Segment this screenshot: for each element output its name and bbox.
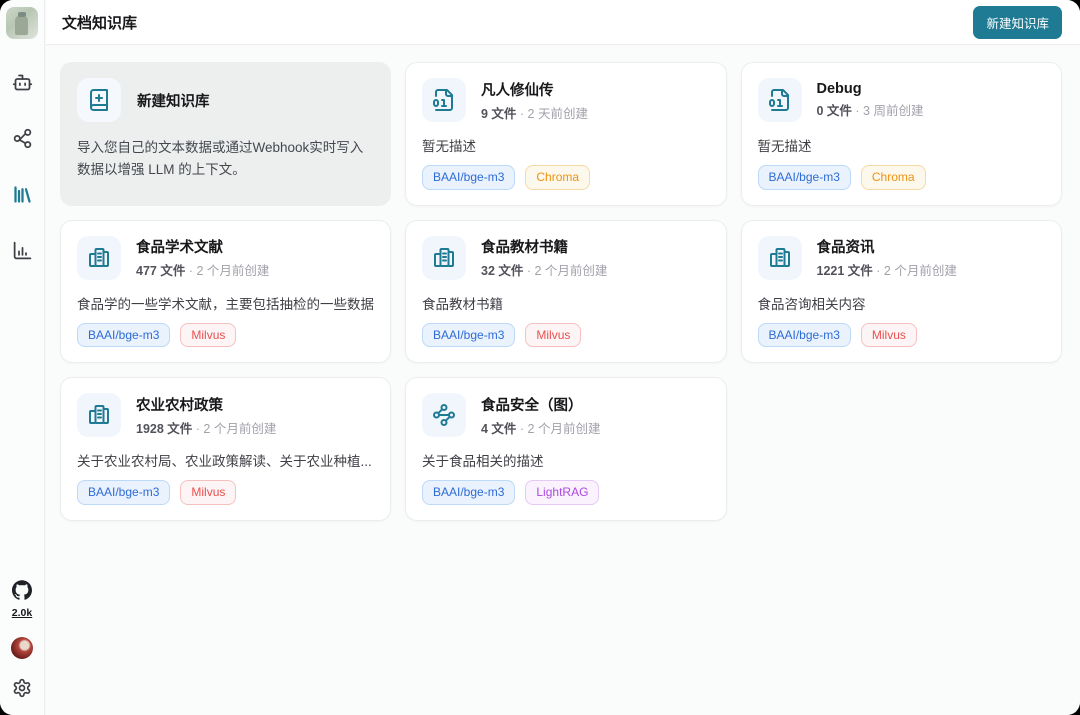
kb-card-description: 暂无描述 bbox=[422, 135, 710, 155]
kb-card-meta: 0 文件 · 3 周前创建 bbox=[817, 100, 924, 119]
page-header: 文档知识库 新建知识库 bbox=[46, 0, 1080, 45]
sidebar: 2.0k bbox=[0, 0, 45, 715]
file-digit-icon bbox=[422, 78, 466, 122]
kb-card-description: 食品教材书籍 bbox=[422, 293, 710, 313]
kb-card-title: 食品安全（图） bbox=[481, 394, 600, 415]
kb-card[interactable]: 食品安全（图） 4 文件 · 2 个月前创建 关于食品相关的描述 BAAI/bg… bbox=[405, 377, 727, 521]
app-window: 2.0k 文档知识库 新建知识库 新建知识库 bbox=[0, 0, 1080, 715]
kb-card[interactable]: 农业农村政策 1928 文件 · 2 个月前创建 关于农业农村局、农业政策解读、… bbox=[60, 377, 391, 521]
vector-store-badge: Milvus bbox=[525, 323, 581, 348]
create-card-title: 新建知识库 bbox=[137, 90, 210, 111]
kb-card-meta: 1221 文件 · 2 个月前创建 bbox=[817, 260, 957, 279]
vector-store-badge: Chroma bbox=[861, 165, 926, 190]
kb-card-title: Debug bbox=[817, 81, 924, 97]
library-big-icon bbox=[77, 393, 121, 437]
kb-card-title: 农业农村政策 bbox=[136, 394, 276, 415]
kb-card[interactable]: 凡人修仙传 9 文件 · 2 天前创建 暂无描述 BAAI/bge-m3 Chr… bbox=[405, 62, 727, 206]
kb-card-title: 食品教材书籍 bbox=[481, 236, 607, 257]
vector-store-badge: LightRAG bbox=[525, 480, 599, 505]
kb-card-description: 关于食品相关的描述 bbox=[422, 450, 710, 470]
embedding-model-badge: BAAI/bge-m3 bbox=[77, 323, 170, 348]
graph-icon bbox=[422, 393, 466, 437]
kb-card[interactable]: 食品资讯 1221 文件 · 2 个月前创建 食品咨询相关内容 BAAI/bge… bbox=[741, 220, 1063, 364]
create-kb-button[interactable]: 新建知识库 bbox=[973, 6, 1062, 39]
embedding-model-badge: BAAI/bge-m3 bbox=[422, 323, 515, 348]
kb-card-meta: 32 文件 · 2 个月前创建 bbox=[481, 260, 607, 279]
sidebar-item-assistant[interactable] bbox=[9, 71, 35, 97]
github-icon bbox=[12, 580, 32, 605]
vector-store-badge: Milvus bbox=[180, 323, 236, 348]
embedding-model-badge: BAAI/bge-m3 bbox=[758, 323, 851, 348]
library-icon bbox=[12, 184, 33, 208]
kb-card-description: 食品学的一些学术文献，主要包括抽检的一些数据 bbox=[77, 293, 374, 313]
vector-store-badge: Milvus bbox=[861, 323, 917, 348]
library-big-icon bbox=[77, 236, 121, 280]
workflow-icon bbox=[12, 128, 33, 152]
kb-card-title: 凡人修仙传 bbox=[481, 79, 588, 100]
create-card-description: 导入您自己的文本数据或通过Webhook实时写入数据以增强 LLM 的上下文。 bbox=[77, 137, 374, 182]
embedding-model-badge: BAAI/bge-m3 bbox=[77, 480, 170, 505]
kb-card-meta: 4 文件 · 2 个月前创建 bbox=[481, 418, 600, 437]
sidebar-item-statistics[interactable] bbox=[9, 239, 35, 265]
library-big-icon bbox=[422, 236, 466, 280]
library-big-icon bbox=[758, 236, 802, 280]
card-grid: 新建知识库 导入您自己的文本数据或通过Webhook实时写入数据以增强 LLM … bbox=[60, 62, 1062, 521]
vector-store-badge: Milvus bbox=[180, 480, 236, 505]
github-link[interactable]: 2.0k bbox=[12, 580, 32, 619]
embedding-model-badge: BAAI/bge-m3 bbox=[422, 165, 515, 190]
kb-card-title: 食品学术文献 bbox=[136, 236, 269, 257]
settings-button[interactable] bbox=[10, 677, 34, 701]
kb-card-meta: 477 文件 · 2 个月前创建 bbox=[136, 260, 269, 279]
sidebar-item-knowledge-base[interactable] bbox=[9, 183, 35, 209]
avatar[interactable] bbox=[6, 7, 38, 39]
create-card-head: 新建知识库 bbox=[77, 78, 374, 122]
kb-card[interactable]: Debug 0 文件 · 3 周前创建 暂无描述 BAAI/bge-m3 Chr… bbox=[741, 62, 1063, 206]
kb-card-description: 关于农业农村局、农业政策解读、关于农业种植... bbox=[77, 450, 374, 470]
sidebar-item-workflow[interactable] bbox=[9, 127, 35, 153]
chart-icon bbox=[12, 240, 33, 264]
create-kb-card[interactable]: 新建知识库 导入您自己的文本数据或通过Webhook实时写入数据以增强 LLM … bbox=[60, 62, 391, 206]
vector-store-badge: Chroma bbox=[525, 165, 590, 190]
github-star-count[interactable]: 2.0k bbox=[12, 607, 32, 619]
kb-card[interactable]: 食品教材书籍 32 文件 · 2 个月前创建 食品教材书籍 BAAI/bge-m… bbox=[405, 220, 727, 364]
knowledge-base-list: 新建知识库 导入您自己的文本数据或通过Webhook实时写入数据以增强 LLM … bbox=[46, 46, 1080, 715]
embedding-model-badge: BAAI/bge-m3 bbox=[422, 480, 515, 505]
page-title: 文档知识库 bbox=[62, 12, 137, 33]
kb-card-description: 食品咨询相关内容 bbox=[758, 293, 1046, 313]
kb-card[interactable]: 食品学术文献 477 文件 · 2 个月前创建 食品学的一些学术文献，主要包括抽… bbox=[60, 220, 391, 364]
sidebar-bottom: 2.0k bbox=[10, 580, 34, 701]
bot-icon bbox=[12, 72, 33, 96]
kb-card-meta: 9 文件 · 2 天前创建 bbox=[481, 103, 588, 122]
community-icon[interactable] bbox=[11, 637, 33, 659]
embedding-model-badge: BAAI/bge-m3 bbox=[758, 165, 851, 190]
kb-card-title: 食品资讯 bbox=[817, 236, 957, 257]
kb-card-description: 暂无描述 bbox=[758, 135, 1046, 155]
sidebar-nav bbox=[9, 71, 35, 265]
file-digit-icon bbox=[758, 78, 802, 122]
gear-icon bbox=[12, 686, 32, 701]
kb-card-meta: 1928 文件 · 2 个月前创建 bbox=[136, 418, 276, 437]
book-plus-icon bbox=[77, 78, 121, 122]
